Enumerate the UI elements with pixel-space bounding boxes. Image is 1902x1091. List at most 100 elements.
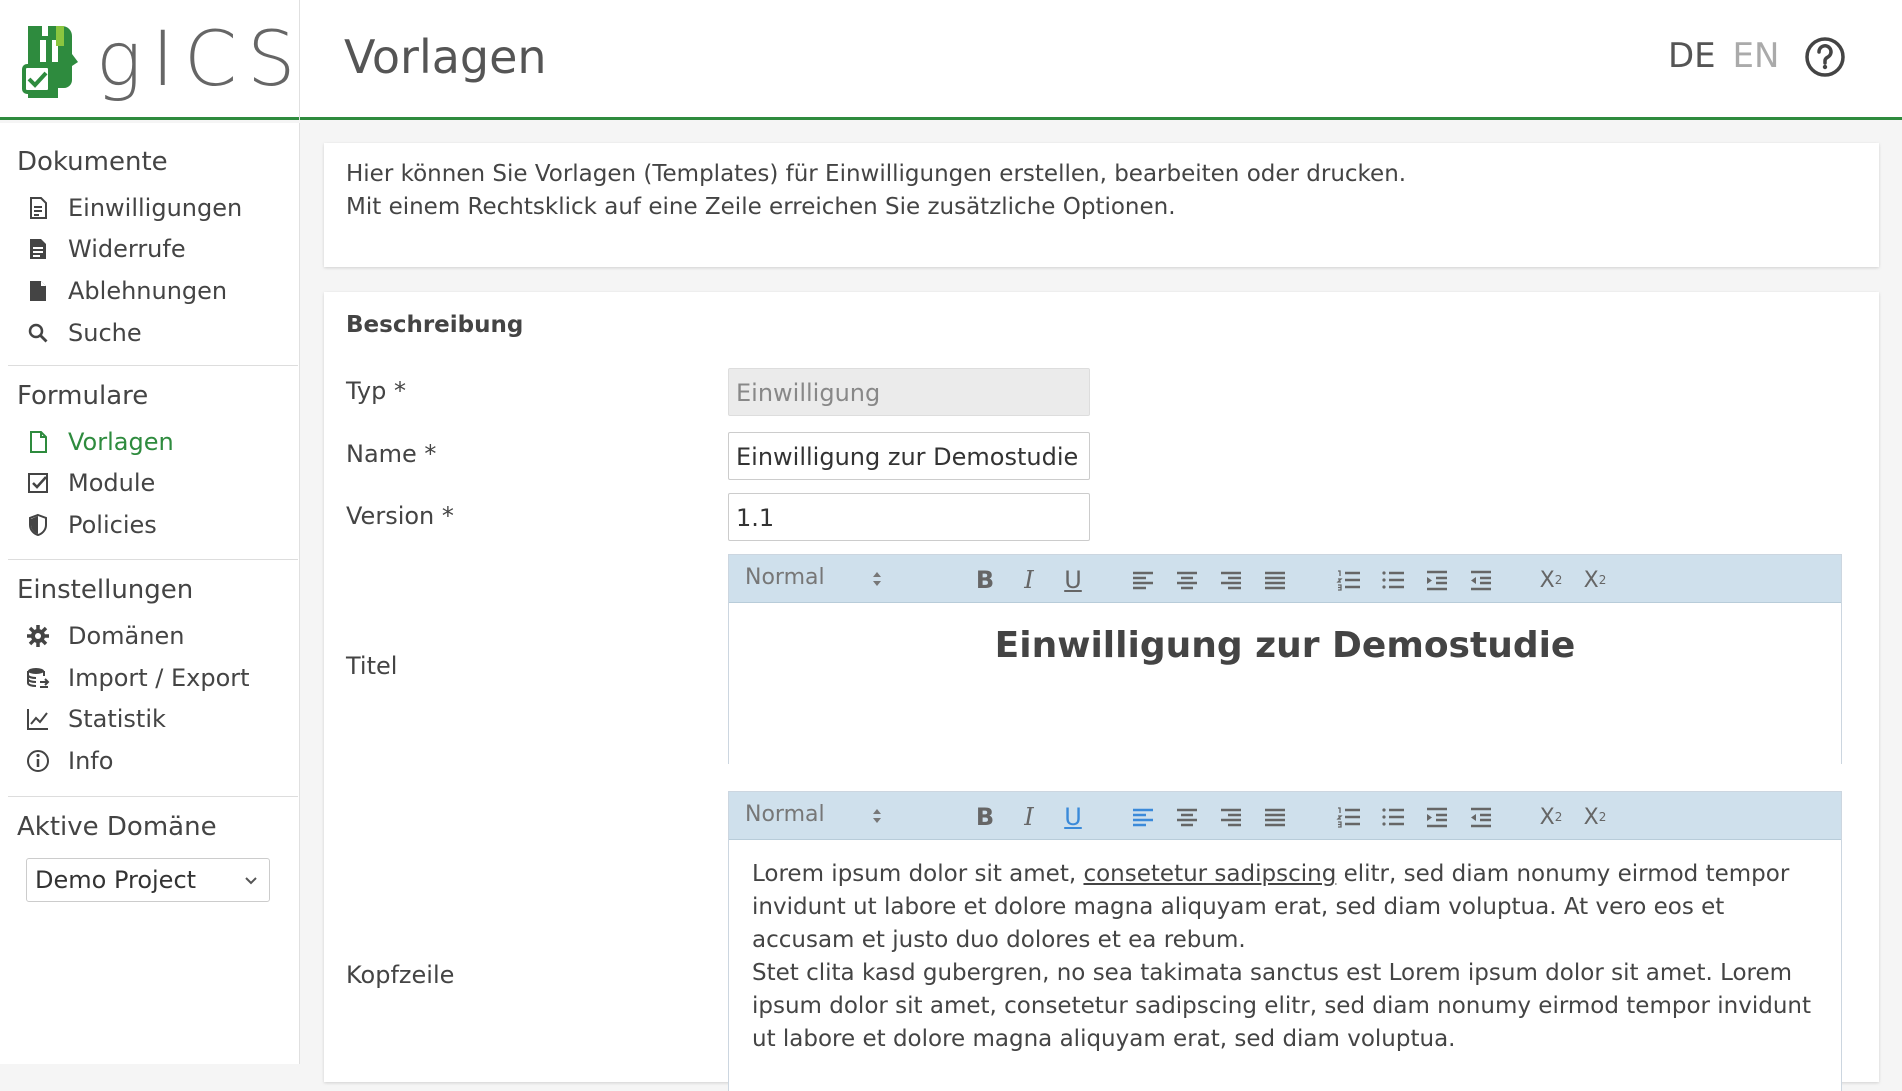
active-domain-title: Aktive Domäne [17, 812, 217, 842]
sidebar-item-label: Ablehnungen [68, 277, 228, 305]
sidebar-section-dokumente: Dokumente [17, 147, 168, 177]
sidebar-item-suche[interactable]: Suche [26, 315, 142, 351]
sidebar-item-info[interactable]: Info [26, 743, 113, 779]
superscript-button[interactable]: X2 [1580, 802, 1610, 832]
align-right-icon[interactable] [1216, 565, 1246, 595]
align-left-icon[interactable] [1128, 565, 1158, 595]
bold-button[interactable]: B [970, 565, 1000, 595]
database-icon [27, 668, 50, 688]
name-field[interactable]: Einwilligung zur Demostudie [728, 432, 1090, 480]
sidebar-section-formulare: Formulare [17, 381, 149, 411]
editor-toolbar: Normal B I U X2 X2 [729, 792, 1841, 840]
updown-icon [873, 809, 881, 823]
updown-icon [873, 572, 881, 586]
top-bar: gICS Vorlagen DE EN [0, 0, 1902, 120]
line-chart-icon [27, 709, 48, 730]
document-outline-icon [30, 431, 47, 453]
checkbox-icon [28, 473, 48, 493]
typ-label: Typ * [346, 377, 406, 405]
name-label: Name * [346, 440, 437, 468]
gics-logo-icon [22, 26, 78, 98]
sidebar-item-statistik[interactable]: Statistik [26, 701, 166, 737]
outdent-icon[interactable] [1466, 565, 1496, 595]
sidebar-item-domaenen[interactable]: Domänen [26, 618, 184, 654]
logo[interactable]: gICS [0, 0, 300, 120]
subscript-button[interactable]: X2 [1536, 802, 1566, 832]
format-select[interactable]: Normal [745, 802, 883, 827]
template-form: Beschreibung Typ * Einwilligung Name * E… [324, 292, 1879, 1091]
sidebar-section-einstellungen: Einstellungen [17, 575, 194, 605]
titel-editor-content[interactable]: Einwilligung zur Demostudie [729, 603, 1841, 764]
kopf-underlined-text: consetetur sadipscing [1083, 861, 1337, 887]
align-center-icon[interactable] [1172, 565, 1202, 595]
sidebar-divider [8, 365, 298, 366]
active-domain-value: Demo Project [35, 866, 197, 894]
lang-de-button[interactable]: DE [1668, 36, 1716, 76]
chevron-down-icon [245, 877, 257, 885]
align-justify-icon[interactable] [1260, 802, 1290, 832]
document-filled-icon [30, 239, 46, 259]
active-domain-select[interactable]: Demo Project [26, 858, 270, 902]
superscript-button[interactable]: X2 [1580, 565, 1610, 595]
page-title: Vorlagen [344, 30, 547, 84]
logo-text: gICS [96, 14, 306, 103]
kopf-paragraph-2: Stet clita kasd gubergren, no sea takima… [752, 960, 1812, 1052]
bullet-list-icon[interactable] [1378, 802, 1408, 832]
sidebar-item-vorlagen[interactable]: Vorlagen [26, 424, 174, 460]
outdent-icon[interactable] [1466, 802, 1496, 832]
kopfzeile-editor-content[interactable]: Lorem ipsum dolor sit amet, consetetur s… [729, 840, 1841, 1091]
sidebar-item-ablehnungen[interactable]: Ablehnungen [26, 273, 227, 309]
language-switch: DE EN [1668, 36, 1779, 76]
align-justify-icon[interactable] [1260, 565, 1290, 595]
sidebar-item-label: Import / Export [68, 664, 250, 692]
sidebar-item-module[interactable]: Module [26, 465, 155, 501]
document-lines-icon [30, 197, 47, 219]
italic-button[interactable]: I [1014, 802, 1044, 832]
subscript-button[interactable]: X2 [1536, 565, 1566, 595]
lang-en-button[interactable]: EN [1732, 36, 1779, 76]
ordered-list-icon[interactable] [1334, 565, 1364, 595]
sidebar-item-label: Einwilligungen [68, 194, 243, 222]
underline-button[interactable]: U [1058, 802, 1088, 832]
underline-button[interactable]: U [1058, 565, 1088, 595]
kopf-paragraph-1-start: Lorem ipsum dolor sit amet, [752, 861, 1084, 887]
sidebar: Dokumente Einwilligungen Widerrufe Ableh… [0, 123, 300, 1064]
align-right-icon[interactable] [1216, 802, 1246, 832]
sidebar-item-import-export[interactable]: Import / Export [26, 660, 250, 696]
version-field[interactable]: 1.1 [728, 493, 1090, 541]
sidebar-item-label: Vorlagen [68, 428, 174, 456]
info-icon [27, 750, 49, 772]
sidebar-divider [8, 796, 298, 797]
version-label: Version * [346, 502, 454, 530]
gear-icon [27, 625, 49, 647]
format-select-value: Normal [745, 802, 825, 827]
bold-button[interactable]: B [970, 802, 1000, 832]
titel-label: Titel [346, 652, 398, 680]
format-select[interactable]: Normal [745, 565, 883, 590]
ordered-list-icon[interactable] [1334, 802, 1364, 832]
info-text-line-2: Mit einem Rechtsklick auf eine Zeile err… [346, 194, 1176, 220]
info-panel: Hier können Sie Vorlagen (Templates) für… [324, 143, 1879, 267]
title-content-text: Einwilligung zur Demostudie [994, 625, 1576, 666]
bullet-list-icon[interactable] [1378, 565, 1408, 595]
sidebar-item-widerrufe[interactable]: Widerrufe [26, 231, 186, 267]
indent-icon[interactable] [1422, 565, 1452, 595]
sidebar-item-label: Policies [68, 511, 157, 539]
italic-button[interactable]: I [1014, 565, 1044, 595]
align-left-icon[interactable] [1128, 802, 1158, 832]
kopfzeile-editor: Normal B I U X2 X2 Lorem ipsum dolor sit… [728, 791, 1842, 1091]
editor-toolbar: Normal B I U X2 X2 [729, 555, 1841, 603]
sidebar-item-label: Module [68, 469, 156, 497]
sidebar-item-label: Suche [68, 319, 142, 347]
kopfzeile-label: Kopfzeile [346, 961, 455, 989]
document-blank-icon [30, 281, 46, 301]
sidebar-item-einwilligungen[interactable]: Einwilligungen [26, 190, 242, 226]
info-text-line-1: Hier können Sie Vorlagen (Templates) für… [346, 161, 1407, 187]
help-icon[interactable] [1804, 36, 1846, 78]
sidebar-item-label: Widerrufe [68, 235, 186, 263]
section-title-beschreibung: Beschreibung [346, 312, 524, 338]
sidebar-divider [8, 559, 298, 560]
indent-icon[interactable] [1422, 802, 1452, 832]
align-center-icon[interactable] [1172, 802, 1202, 832]
sidebar-item-policies[interactable]: Policies [26, 507, 157, 543]
